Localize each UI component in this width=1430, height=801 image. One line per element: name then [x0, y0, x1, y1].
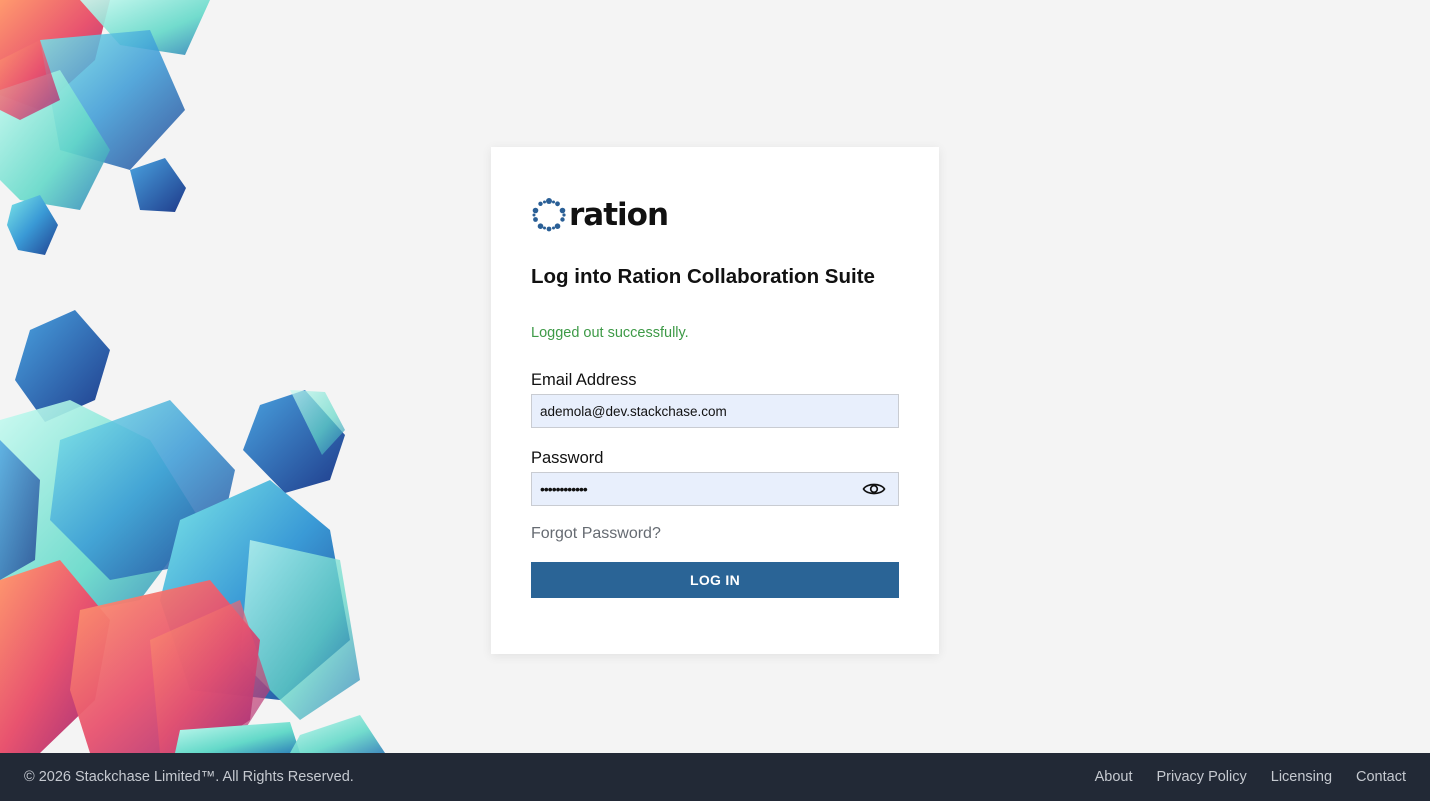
email-label: Email Address: [531, 371, 637, 389]
email-field[interactable]: [531, 394, 899, 428]
password-label: Password: [531, 449, 604, 467]
dotted-ring-icon: [532, 198, 566, 232]
footer-link-about[interactable]: About: [1095, 769, 1133, 785]
ration-logo: ration: [531, 195, 669, 235]
page-title: Log into Ration Collaboration Suite: [531, 265, 875, 288]
login-button[interactable]: LOG IN: [531, 562, 899, 598]
password-field[interactable]: [531, 472, 899, 506]
logo-wordmark: ration: [569, 196, 669, 233]
footer-link-licensing[interactable]: Licensing: [1271, 769, 1332, 785]
footer-links: About Privacy Policy Licensing Contact: [1095, 769, 1406, 785]
footer-link-privacy-policy[interactable]: Privacy Policy: [1157, 769, 1247, 785]
copyright-text: © 2026 Stackchase Limited™. All Rights R…: [24, 769, 354, 785]
forgot-password-link[interactable]: Forgot Password?: [531, 525, 661, 543]
logout-status-message: Logged out successfully.: [531, 325, 689, 341]
eye-icon[interactable]: [862, 480, 886, 498]
footer: © 2026 Stackchase Limited™. All Rights R…: [0, 753, 1430, 801]
footer-link-contact[interactable]: Contact: [1356, 769, 1406, 785]
decorative-crystal-background: [0, 0, 385, 753]
login-card: ration Log into Ration Collaboration Sui…: [491, 147, 939, 654]
